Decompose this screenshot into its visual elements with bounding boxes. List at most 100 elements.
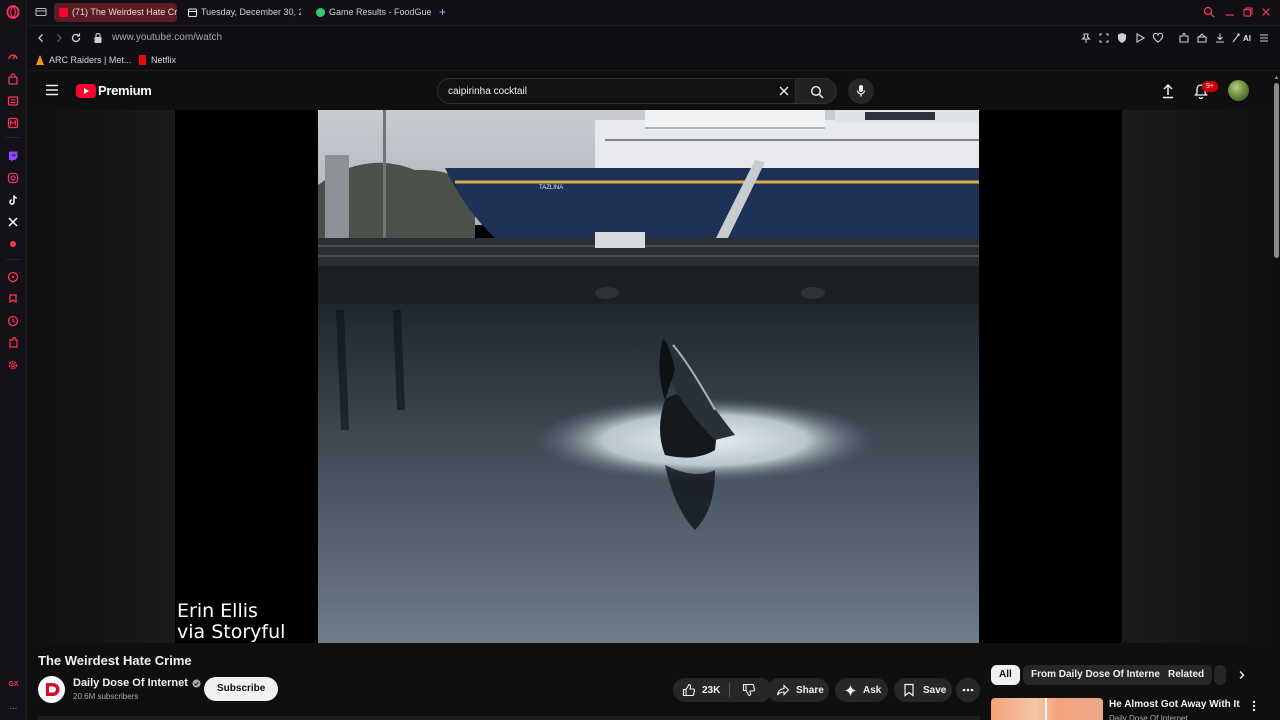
ask-button[interactable]: Ask: [835, 678, 888, 702]
music-player-icon[interactable]: [6, 237, 20, 251]
calendar-favicon-icon: [188, 8, 197, 17]
tab-foodguessr[interactable]: Game Results - FoodGuessr: [311, 3, 431, 22]
bag-icon[interactable]: [6, 72, 20, 86]
related-video-channel[interactable]: Daily Dose Of Internet: [1109, 714, 1188, 720]
ship-name: TAZLINA: [539, 185, 563, 191]
clear-search-icon[interactable]: [778, 85, 790, 97]
verified-check-icon: [192, 679, 201, 687]
x-twitter-icon[interactable]: [6, 215, 20, 229]
sparkle-icon: [844, 684, 857, 696]
hamburger-menu-icon[interactable]: [45, 84, 59, 96]
opera-sidebar: GX ...: [0, 0, 27, 720]
adblock-shield-icon[interactable]: [1116, 32, 1128, 44]
play-icon[interactable]: [1134, 32, 1146, 44]
related-video-title[interactable]: He Almost Got Away With It: [1109, 699, 1240, 710]
share-button[interactable]: Share: [767, 678, 829, 702]
wallet-icon[interactable]: [1196, 32, 1208, 44]
dislike-button[interactable]: [730, 678, 772, 702]
snapshot-icon[interactable]: [1098, 32, 1110, 44]
new-tab-plus-icon[interactable]: +: [439, 5, 446, 19]
voice-search-button[interactable]: [848, 78, 874, 104]
lock-icon[interactable]: [93, 32, 103, 44]
bookmark-label: Netflix: [151, 55, 177, 65]
page-scrollbar[interactable]: ▲: [1273, 71, 1280, 720]
reload-icon[interactable]: [70, 32, 82, 44]
tab-bar: (71) The Weirdest Hate Crime Tuesday, De…: [27, 0, 1280, 25]
bookmarks-bar: ARC Raiders | Met... Netflix: [27, 50, 1280, 71]
channel-avatar[interactable]: [38, 676, 65, 703]
scrollbar-thumb[interactable]: [1274, 83, 1279, 258]
avatar[interactable]: [1228, 80, 1249, 101]
back-icon[interactable]: [35, 32, 47, 44]
settings-gear-icon[interactable]: [6, 358, 20, 372]
youtube-premium-logo[interactable]: Premium: [76, 83, 152, 98]
channel-name[interactable]: Daily Dose Of Internet: [73, 677, 188, 689]
tab-youtube[interactable]: (71) The Weirdest Hate Crime: [54, 3, 177, 22]
search-box[interactable]: [437, 78, 795, 104]
player-icon[interactable]: [6, 270, 20, 284]
more-actions-button[interactable]: [956, 678, 980, 702]
chip-partial[interactable]: [1214, 665, 1226, 685]
tab-search-icon[interactable]: [1203, 6, 1215, 18]
thumbnail-divider: [1045, 698, 1047, 720]
video-title: The Weirdest Hate Crime: [38, 653, 192, 668]
channel-name-row[interactable]: Daily Dose Of Internet: [73, 677, 201, 689]
upload-icon[interactable]: [1161, 83, 1175, 99]
twitch-icon[interactable]: [6, 149, 20, 163]
chips-next-arrow-icon[interactable]: [1237, 670, 1247, 680]
mail-icon[interactable]: [6, 116, 20, 130]
ai-label: AI: [1243, 33, 1251, 43]
chip-from-channel[interactable]: From Daily Dose Of Internet: [1023, 665, 1172, 685]
search-input[interactable]: [448, 83, 748, 99]
pin-icon[interactable]: [6, 292, 20, 306]
video-picture: TAZLINA Erin Ellis via Storyful: [177, 110, 979, 643]
speed-dial-icon[interactable]: [6, 50, 20, 64]
extensions-icon[interactable]: [6, 336, 20, 350]
bookmark-netflix[interactable]: Netflix: [139, 55, 176, 65]
news-icon[interactable]: [6, 94, 20, 108]
forward-icon[interactable]: [53, 32, 65, 44]
restore-icon[interactable]: [1242, 6, 1254, 18]
share-icon: [776, 684, 790, 696]
download-icon[interactable]: [1214, 32, 1226, 44]
ambient-glow-left: [27, 110, 175, 643]
notifications-badge: 9+: [1202, 81, 1218, 92]
search-button[interactable]: [795, 78, 837, 104]
sidebar-more-icon[interactable]: ...: [0, 701, 27, 711]
video-player[interactable]: TAZLINA Erin Ellis via Storyful: [27, 110, 1273, 643]
tab-date[interactable]: Tuesday, December 30, 2025: [183, 3, 301, 22]
instagram-icon[interactable]: [6, 171, 20, 185]
save-label: Save: [923, 684, 947, 696]
thumbs-down-icon: [742, 683, 756, 697]
youtube-logo-icon: [76, 83, 96, 98]
more-horizontal-icon: [962, 688, 974, 692]
bookmark-label: ARC Raiders | Met...: [49, 55, 132, 65]
scroll-up-arrow-icon[interactable]: ▲: [1273, 75, 1280, 81]
tab-overview-icon[interactable]: [35, 6, 47, 18]
description-box-top[interactable]: [38, 716, 980, 720]
opera-logo-icon[interactable]: [6, 5, 20, 19]
save-button[interactable]: Save: [894, 678, 952, 702]
related-video-thumbnail[interactable]: [991, 698, 1103, 720]
minimize-icon[interactable]: [1224, 6, 1236, 18]
chip-all[interactable]: All: [991, 665, 1020, 685]
chip-related[interactable]: Related: [1160, 665, 1213, 685]
video-frame[interactable]: TAZLINA Erin Ellis via Storyful: [175, 110, 1122, 643]
like-button[interactable]: 23K: [673, 678, 729, 702]
like-dislike-group: 23K: [673, 678, 772, 702]
easy-setup-menu-icon[interactable]: [1258, 32, 1270, 44]
heart-icon[interactable]: [1152, 32, 1164, 44]
history-icon[interactable]: [6, 314, 20, 328]
video-caption-line2: via Storyful: [177, 621, 285, 643]
tiktok-icon[interactable]: [6, 193, 20, 207]
extensions-puzzle-icon[interactable]: [1178, 32, 1190, 44]
bookmark-arc-raiders[interactable]: ARC Raiders | Met...: [36, 55, 131, 65]
close-window-icon[interactable]: [1260, 6, 1272, 18]
video-info: The Weirdest Hate Crime Daily Dose Of In…: [27, 643, 1273, 720]
url-field[interactable]: www.youtube.com/watch: [112, 32, 222, 43]
aria-ai-button[interactable]: AI: [1232, 32, 1251, 44]
gx-label[interactable]: GX: [0, 681, 27, 688]
subscribe-button[interactable]: Subscribe: [204, 677, 279, 701]
related-more-icon[interactable]: [1252, 700, 1256, 712]
pin-page-icon[interactable]: [1080, 32, 1092, 44]
